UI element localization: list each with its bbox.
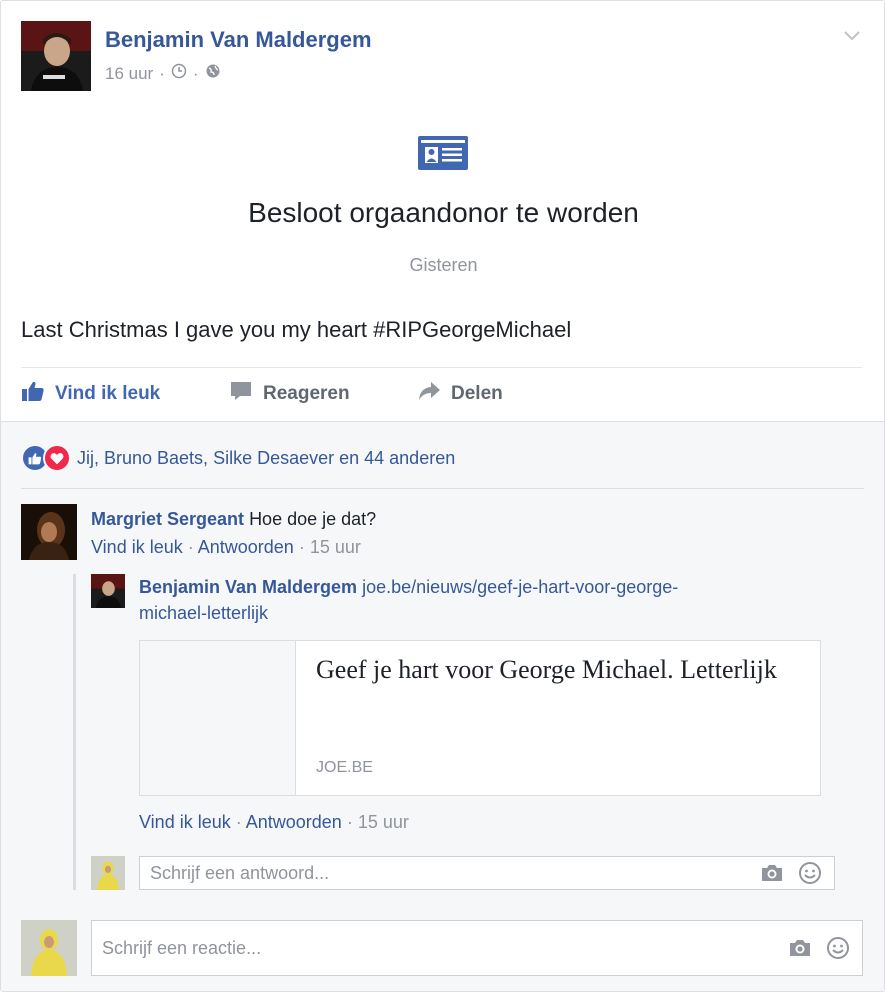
comment-author[interactable]: Margriet Sergeant	[91, 509, 244, 529]
comment-input[interactable]	[92, 937, 786, 959]
camera-icon[interactable]	[758, 859, 786, 887]
post-time[interactable]: 16 uur	[105, 64, 153, 84]
comment: Margriet Sergeant Hoe doe je dat?	[91, 506, 376, 532]
clock-icon	[171, 63, 187, 84]
reply: Benjamin Van Maldergem joe.be/nieuws/gee…	[139, 574, 799, 626]
post-author-name[interactable]: Benjamin Van Maldergem	[105, 27, 372, 53]
meta-separator: ·	[159, 63, 165, 83]
divider	[21, 488, 864, 489]
camera-icon[interactable]	[786, 934, 814, 962]
reply-reply-link[interactable]: Antwoorden	[246, 812, 342, 832]
separator: ·	[341, 812, 358, 832]
separator: ·	[182, 537, 198, 557]
reply-input[interactable]	[140, 862, 758, 884]
love-reaction-icon	[43, 444, 71, 472]
reply-link-line2[interactable]: michael-letterlijk	[139, 603, 268, 623]
link-preview-title: Geef je hart voor George Michael. Letter…	[316, 655, 777, 684]
comment-actions: Vind ik leuk · Antwoorden · 15 uur	[91, 537, 361, 558]
comments-section: Jij, Bruno Baets, Silke Desaever en 44 a…	[1, 421, 884, 991]
comment-reply-link[interactable]: Antwoorden	[198, 537, 294, 557]
comment-text: Hoe doe je dat?	[249, 509, 377, 529]
reply-link-line1[interactable]: joe.be/nieuws/geef-je-hart-voor-george-	[362, 577, 678, 597]
comment-button[interactable]: Reageren	[229, 379, 350, 409]
smiley-icon[interactable]	[824, 934, 852, 962]
thumbs-up-icon	[21, 380, 45, 408]
comment-bubble-icon	[229, 380, 253, 408]
share-arrow-icon	[417, 380, 441, 408]
globe-icon[interactable]	[205, 63, 221, 84]
comment-input-box	[91, 920, 863, 976]
commenter-avatar[interactable]	[21, 504, 77, 560]
post-text: Last Christmas I gave you my heart #RIPG…	[21, 317, 572, 342]
reply-time[interactable]: 15 uur	[358, 812, 409, 832]
separator: ·	[293, 537, 310, 557]
author-avatar[interactable]	[21, 21, 91, 91]
link-preview-domain: JOE.BE	[316, 759, 373, 776]
chevron-down-icon[interactable]	[842, 25, 862, 45]
life-event-title: Besloot orgaandonor te worden	[248, 197, 639, 228]
link-preview-thumbnail	[140, 641, 296, 795]
reply-input-box	[139, 856, 835, 890]
meta-separator: ·	[192, 63, 199, 83]
id-card-icon	[417, 135, 469, 171]
reply-author-avatar[interactable]	[91, 574, 125, 608]
current-user-avatar	[91, 856, 125, 890]
like-button[interactable]: Vind ik leuk	[21, 379, 160, 409]
current-user-avatar	[21, 920, 77, 976]
reactions-summary[interactable]: Jij, Bruno Baets, Silke Desaever en 44 a…	[21, 444, 455, 472]
reply-actions: Vind ik leuk · Antwoorden · 15 uur	[139, 812, 409, 833]
post-card: Benjamin Van Maldergem 16 uur · · Besloo…	[0, 0, 885, 992]
like-label: Vind ik leuk	[55, 383, 161, 404]
smiley-icon[interactable]	[796, 859, 824, 887]
comment-time[interactable]: 15 uur	[310, 537, 361, 557]
comment-like-link[interactable]: Vind ik leuk	[91, 537, 183, 557]
reply-thread-rail	[73, 574, 76, 890]
divider	[21, 367, 862, 368]
life-event-date: Gisteren	[409, 255, 478, 275]
link-preview-card[interactable]: Geef je hart voor George Michael. Letter…	[139, 640, 821, 796]
reply-author[interactable]: Benjamin Van Maldergem	[139, 577, 357, 597]
separator: ·	[230, 812, 246, 832]
share-button[interactable]: Delen	[417, 379, 503, 409]
reactions-text[interactable]: Jij, Bruno Baets, Silke Desaever en 44 a…	[77, 448, 455, 469]
share-label: Delen	[451, 383, 503, 404]
comment-label: Reageren	[263, 383, 350, 404]
post-meta: 16 uur · ·	[105, 63, 221, 84]
reply-like-link[interactable]: Vind ik leuk	[139, 812, 231, 832]
